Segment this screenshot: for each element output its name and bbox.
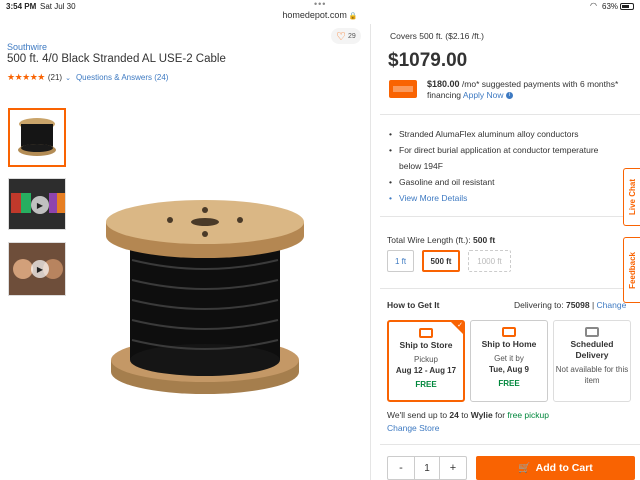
highlight-item: Stranded AlumaFlex aluminum alloy conduc… [388, 126, 618, 142]
questions-answers-link[interactable]: Questions & Answers (24) [76, 73, 168, 82]
scheduled-delivery-option: Scheduled Delivery Not available for thi… [553, 320, 631, 402]
qty-increment-button[interactable]: + [440, 457, 466, 479]
favorite-count: 29 [348, 32, 356, 40]
wire-length-selected: 500 ft [472, 235, 496, 245]
url-text: homedepot.com [282, 10, 347, 20]
video-thumbnail-2[interactable]: ▶ [8, 242, 66, 296]
view-more-details-link[interactable]: View More Details [388, 190, 618, 206]
wire-length-text: Total Wire Length (ft.): [387, 235, 473, 245]
change-zip-link[interactable]: Change [597, 300, 627, 310]
fulfillment-line1: Not available for this item [555, 365, 629, 385]
address-bar[interactable]: homedepot.com 🔒 [0, 10, 640, 24]
change-store-link[interactable]: Change Store [387, 423, 439, 433]
live-chat-label: Live Chat [627, 178, 637, 215]
store-box-icon [419, 328, 433, 338]
sendup-to: to [458, 410, 471, 420]
product-highlights: Stranded AlumaFlex aluminum alloy conduc… [388, 126, 618, 206]
product-title: 500 ft. 4/0 Black Stranded AL USE-2 Cabl… [7, 53, 226, 65]
cart-icon: 🛒 [518, 462, 531, 474]
play-icon[interactable]: ▶ [31, 196, 49, 214]
section-divider [380, 216, 640, 217]
financing-offer: $180.00 /mo* suggested payments with 6 m… [427, 79, 637, 101]
quantity-stepper: - 1 + [387, 456, 467, 480]
delivering-to: Delivering to: 75098 | Change [514, 300, 626, 310]
review-count[interactable]: (21) [48, 73, 62, 82]
add-to-cart-button[interactable]: 🛒 Add to Cart [476, 456, 635, 480]
highlight-item: Gasoline and oil resistant [388, 174, 618, 190]
feedback-tab[interactable]: Feedback [623, 237, 640, 303]
section-divider [380, 114, 640, 115]
qty-input[interactable]: 1 [414, 457, 440, 479]
highlight-item: For direct burial application at conduct… [388, 142, 618, 174]
delivering-label: Delivering to: [514, 300, 566, 310]
lock-icon: 🔒 [348, 13, 358, 20]
credit-card-icon [389, 80, 417, 98]
battery-icon [620, 3, 634, 10]
wifi-icon: ◠ [590, 1, 597, 10]
length-option-1ft[interactable]: 1 ft [387, 250, 414, 272]
fulfillment-line1: Pickup [413, 355, 438, 364]
product-price: $1079.00 [388, 50, 468, 71]
favorite-button[interactable]: ♡ 29 [331, 28, 361, 44]
brand-link[interactable]: Southwire [7, 42, 47, 52]
thumbnail-image-1[interactable] [8, 108, 66, 167]
fulfillment-title: Ship to Store [399, 340, 453, 350]
heart-icon: ♡ [336, 30, 347, 43]
section-divider [380, 288, 640, 289]
product-main-image[interactable] [100, 200, 310, 400]
fulfillment-line2: Aug 12 - Aug 17 [395, 366, 457, 375]
how-to-get-heading: How to Get It [387, 300, 440, 310]
fulfillment-price: FREE [415, 380, 437, 389]
store-name: Wylie [470, 410, 493, 420]
multitask-dots-icon[interactable]: ••• [314, 0, 326, 9]
sendup-qty: 24 [449, 410, 459, 420]
live-chat-tab[interactable]: Live Chat [623, 168, 640, 226]
wire-length-options: 1 ft 500 ft 1000 ft [387, 250, 511, 272]
video-thumbnail-1[interactable]: ▶ [8, 178, 66, 230]
selected-check-icon: ✓ [450, 321, 464, 335]
chevron-down-icon[interactable]: ⌄ [65, 74, 71, 82]
info-icon[interactable]: i [505, 92, 513, 100]
wire-length-label: Total Wire Length (ft.): 500 ft [387, 235, 495, 245]
fulfillment-price: FREE [498, 379, 520, 388]
add-to-cart-label: Add to Cart [535, 462, 593, 474]
finance-amount: $180.00 [427, 79, 460, 89]
delivery-separator: | [589, 300, 597, 310]
sendup-for: for [492, 410, 508, 420]
qty-decrement-button[interactable]: - [388, 457, 414, 479]
spool-thumbnail-icon [18, 118, 56, 156]
free-pickup-text: free pickup [507, 410, 549, 420]
truck-icon [585, 327, 599, 337]
play-icon[interactable]: ▶ [31, 260, 49, 278]
sendup-prefix: We'll send up to [387, 410, 450, 420]
home-box-icon [502, 327, 516, 337]
length-option-500ft[interactable]: 500 ft [422, 250, 460, 272]
column-divider [370, 24, 371, 480]
section-divider [380, 444, 640, 445]
length-option-1000ft[interactable]: 1000 ft [468, 250, 511, 272]
send-up-message: We'll send up to 24 to Wylie for free pi… [387, 410, 549, 420]
fulfillment-line1: Get it by [494, 354, 524, 363]
ship-to-home-option[interactable]: Ship to Home Get it by Tue, Aug 9 FREE [470, 320, 548, 402]
fulfillment-line2: Tue, Aug 9 [489, 365, 529, 374]
star-rating-icon[interactable]: ★★★★★ [7, 72, 45, 83]
feedback-label: Feedback [627, 251, 637, 289]
fulfillment-title: Ship to Home [481, 339, 537, 349]
apply-now-link[interactable]: Apply Now [463, 90, 504, 100]
delivery-zip: 75098 [565, 300, 590, 310]
rating-row: ★★★★★ (21) ⌄ Questions & Answers (24) [7, 72, 168, 83]
fulfillment-title: Scheduled Delivery [570, 339, 614, 360]
price-per-foot: Covers 500 ft. ($2.16 /ft.) [390, 31, 485, 41]
ship-to-store-option[interactable]: ✓ Ship to Store Pickup Aug 12 - Aug 17 F… [387, 320, 465, 402]
